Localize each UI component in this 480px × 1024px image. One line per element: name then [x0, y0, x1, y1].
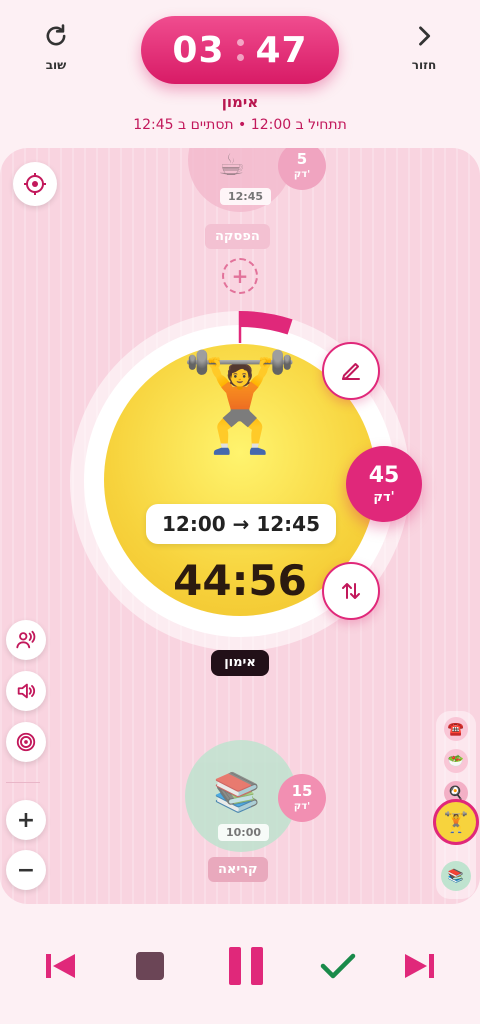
- stop-button[interactable]: [126, 940, 174, 992]
- person-speaking-icon: [16, 630, 36, 649]
- clock-minutes: 47: [255, 29, 308, 71]
- weightlifter-icon: 🏋️: [443, 810, 469, 834]
- previous-duration-unit: דק': [293, 169, 311, 180]
- pause-icon: [229, 947, 263, 985]
- recenter-button[interactable]: [13, 162, 57, 206]
- crosshair-icon: [24, 173, 46, 195]
- page-subtitle: תתחיל ב 12:00 • תסתיים ב 12:45: [133, 117, 347, 133]
- coffee-icon: ☕: [218, 148, 245, 183]
- skip-next-icon: [405, 954, 434, 978]
- task-mini-map[interactable]: ☎️ 🥗 🍳 🏋️ 📚: [433, 711, 479, 899]
- undo-button[interactable]: שוב: [26, 22, 86, 72]
- next-task-duration: 15 דק': [278, 774, 326, 822]
- weightlifter-icon: 🏋️: [180, 346, 300, 458]
- pause-button[interactable]: [222, 940, 270, 992]
- page-title: אימון: [221, 93, 259, 111]
- clock-colon: [236, 39, 244, 61]
- progress-arc-fill: [239, 311, 293, 335]
- phone-icon: ☎️: [447, 721, 465, 737]
- current-task-time-range: 12:00 → 12:45: [146, 504, 336, 544]
- tools-divider: [6, 782, 40, 783]
- next-task-label: קריאה: [208, 857, 268, 882]
- mini-task-reading[interactable]: 📚: [441, 861, 471, 891]
- previous-task-label: הפסקה: [205, 224, 270, 249]
- top-bar: שוב 03 47 חזור אימון תתחיל ב 12:00 • תסת…: [0, 0, 480, 150]
- plus-icon: +: [16, 807, 36, 833]
- refresh-icon: [46, 24, 66, 46]
- back-label: חזור: [411, 58, 437, 72]
- plus-icon: +: [231, 264, 249, 288]
- undo-label: שוב: [45, 58, 67, 72]
- mini-task-phone[interactable]: ☎️: [444, 717, 468, 741]
- swap-vertical-icon: [342, 583, 360, 599]
- next-task-button[interactable]: [396, 940, 444, 992]
- edit-task-button[interactable]: [322, 342, 380, 400]
- books-icon: 📚: [447, 868, 465, 884]
- previous-task-button[interactable]: [36, 940, 84, 992]
- clock-hours: 03: [172, 29, 225, 71]
- current-task-duration[interactable]: 45 דק': [346, 446, 422, 522]
- speaker-icon: [17, 683, 36, 699]
- pencil-icon: [342, 363, 360, 380]
- chevron-right-icon: [419, 26, 431, 46]
- next-duration-value: 15: [291, 782, 313, 800]
- voice-assistant-button[interactable]: [6, 620, 46, 660]
- next-task-time: 10:00: [218, 824, 270, 841]
- playback-controls: [0, 904, 480, 1024]
- current-task-countdown: 44:56: [173, 556, 307, 605]
- current-duration-unit: דק': [373, 489, 395, 505]
- current-task-name: אימון: [211, 650, 269, 676]
- previous-duration-value: 5: [296, 150, 308, 168]
- complete-task-button[interactable]: [314, 940, 362, 992]
- checkmark-icon: [320, 953, 356, 979]
- zoom-in-button[interactable]: +: [6, 800, 46, 840]
- next-duration-unit: דק': [293, 801, 311, 812]
- timeline[interactable]: ☕ 12:45 5 דק' הפסקה + 🏋️ 12:00 → 12:45 4…: [0, 148, 480, 904]
- mini-task-current[interactable]: 🏋️: [433, 799, 479, 845]
- skip-previous-icon: [46, 954, 75, 978]
- previous-task-time: 12:45: [220, 188, 272, 205]
- reorder-task-button[interactable]: [322, 562, 380, 620]
- add-task-button[interactable]: +: [222, 258, 258, 294]
- target-icon: [16, 732, 36, 752]
- zoom-out-button[interactable]: −: [6, 850, 46, 890]
- back-button[interactable]: חזור: [394, 22, 454, 72]
- focus-button[interactable]: [6, 722, 46, 762]
- salad-icon: 🥗: [447, 753, 465, 769]
- session-clock: 03 47: [141, 16, 339, 84]
- stop-icon: [136, 952, 164, 980]
- sound-button[interactable]: [6, 671, 46, 711]
- current-duration-value: 45: [368, 462, 400, 488]
- previous-task-duration: 5 דק': [278, 148, 326, 190]
- books-icon: 📚: [213, 770, 261, 814]
- minus-icon: −: [16, 857, 36, 883]
- mini-task-salad[interactable]: 🥗: [444, 749, 468, 773]
